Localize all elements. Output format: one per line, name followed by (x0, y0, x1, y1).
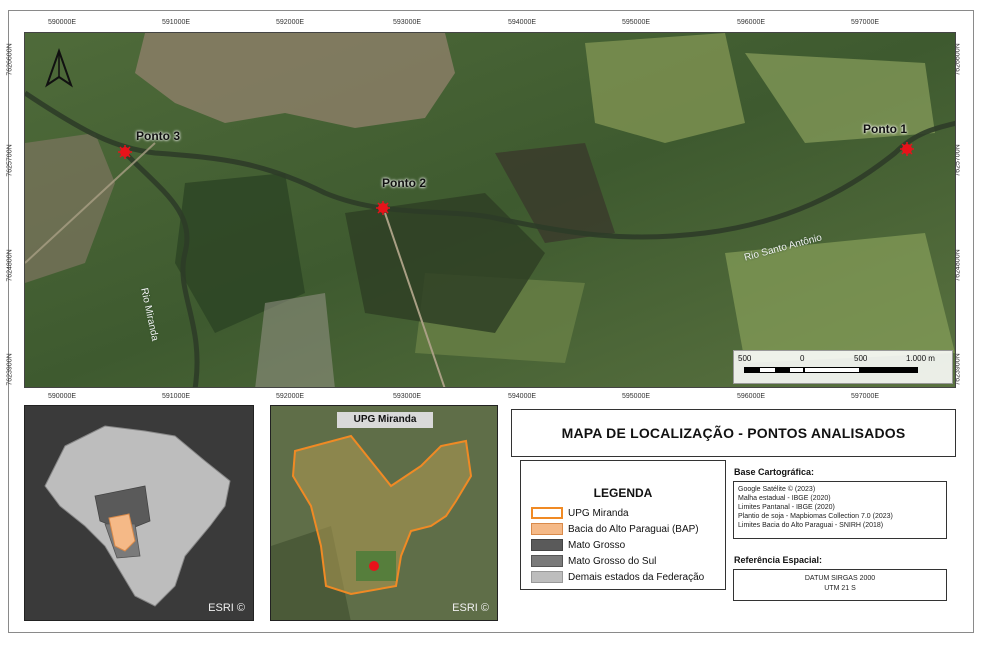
coord-label: 596000E (737, 393, 766, 400)
coord-label: 596000E (737, 19, 766, 26)
coord-label: 597000E (851, 393, 880, 400)
upg-point-marker (369, 561, 379, 571)
ref-line: DATUM SIRGAS 2000 (804, 575, 876, 582)
esri-credit: ESRI © (452, 602, 489, 614)
legend-swatch (531, 539, 563, 551)
coord-label: 7624800N (6, 249, 14, 282)
inset-upg-title: UPG Miranda (337, 412, 433, 428)
legend-title: LEGENDA (593, 486, 653, 500)
coord-label: 7626600N (6, 43, 14, 76)
referencia-espacial-box: DATUM SIRGAS 2000 UTM 21 S (733, 569, 947, 601)
coord-label: 7625700N (6, 144, 14, 177)
legend-swatch (531, 523, 563, 535)
scale-label: 500 (854, 354, 868, 363)
scale-bar: 500 0 500 1.000 m (733, 350, 953, 384)
base-line: Limites Bacia do Alto Paraguai - SNIRH (… (738, 522, 884, 529)
legend-item-demais-estados: Demais estados da Federação (531, 571, 704, 583)
map-title: MAPA DE LOCALIZAÇÃO - PONTOS ANALISADOS (561, 425, 906, 441)
coord-label: 595000E (622, 19, 651, 26)
inset-upg-map[interactable]: UPG Miranda ESRI © (270, 405, 498, 621)
ref-line: UTM 21 S (824, 585, 856, 592)
scale-bar-segment (860, 367, 918, 373)
upg-outline (271, 406, 497, 620)
base-cartografica-heading: Base Cartográfica: (734, 467, 815, 477)
coord-label: 594000E (508, 19, 537, 26)
legend-swatch (531, 507, 563, 519)
base-line: Limites Pantanal - IBGE (2020) (738, 504, 835, 511)
legend-item-bap: Bacia do Alto Paraguai (BAP) (531, 523, 699, 535)
coord-label: 593000E (393, 393, 422, 400)
base-line: Google Satélite © (2023) (738, 486, 816, 493)
coord-label: 7623900N (6, 353, 14, 386)
map-title-box: MAPA DE LOCALIZAÇÃO - PONTOS ANALISADOS (511, 409, 956, 457)
legend-box: LEGENDA UPG Miranda Bacia do Alto Paragu… (520, 460, 726, 590)
coord-label: 593000E (393, 19, 422, 26)
coord-label: 592000E (276, 19, 305, 26)
legend-item-mato-grosso-do-sul: Mato Grosso do Sul (531, 555, 656, 567)
legend-label: Bacia do Alto Paraguai (BAP) (568, 523, 699, 535)
coord-label: 590000E (48, 19, 77, 26)
legend-label: Mato Grosso (568, 539, 626, 551)
legend-item-upg-miranda: UPG Miranda (531, 507, 629, 519)
scale-label: 500 (738, 354, 752, 363)
scale-bar-segment (804, 367, 860, 373)
legend-label: UPG Miranda (568, 507, 629, 519)
point-label-3: Ponto 3 (136, 129, 180, 143)
coord-label: 591000E (162, 19, 191, 26)
brazil-outline (44, 425, 231, 607)
legend-label: Mato Grosso do Sul (568, 555, 657, 567)
legend-swatch (531, 555, 563, 567)
main-satellite-map[interactable]: Ponto 1 Ponto 2 Ponto 3 Rio Miranda Rio … (24, 32, 956, 388)
point-marker-2[interactable] (376, 201, 390, 215)
coord-label: 592000E (276, 393, 305, 400)
coord-label: 597000E (851, 19, 880, 26)
point-label-1: Ponto 1 (863, 122, 907, 136)
referencia-espacial-heading: Referência Espacial: (734, 555, 823, 565)
scale-label: 0 (800, 354, 805, 363)
base-line: Malha estadual - IBGE (2020) (738, 495, 831, 502)
coord-label: 595000E (622, 393, 651, 400)
legend-item-mato-grosso: Mato Grosso (531, 539, 625, 551)
point-marker-1[interactable] (900, 142, 914, 156)
inset-brazil-map[interactable]: ESRI © (24, 405, 254, 621)
legend-swatch (531, 571, 563, 583)
legend-label: Demais estados da Federação (568, 571, 705, 583)
scale-label: 1.000 m (906, 354, 935, 363)
satellite-imagery (25, 33, 955, 387)
base-line: Plantio de soja - Mapbiomas Collection 7… (738, 513, 893, 520)
coord-label: 594000E (508, 393, 537, 400)
coord-label: 590000E (48, 393, 77, 400)
scale-bar-segment (744, 367, 804, 373)
point-label-2: Ponto 2 (382, 176, 426, 190)
point-marker-3[interactable] (118, 145, 132, 159)
coord-label: 591000E (162, 393, 191, 400)
base-cartografica-box: Google Satélite © (2023) Malha estadual … (733, 481, 947, 539)
esri-credit: ESRI © (208, 602, 245, 614)
